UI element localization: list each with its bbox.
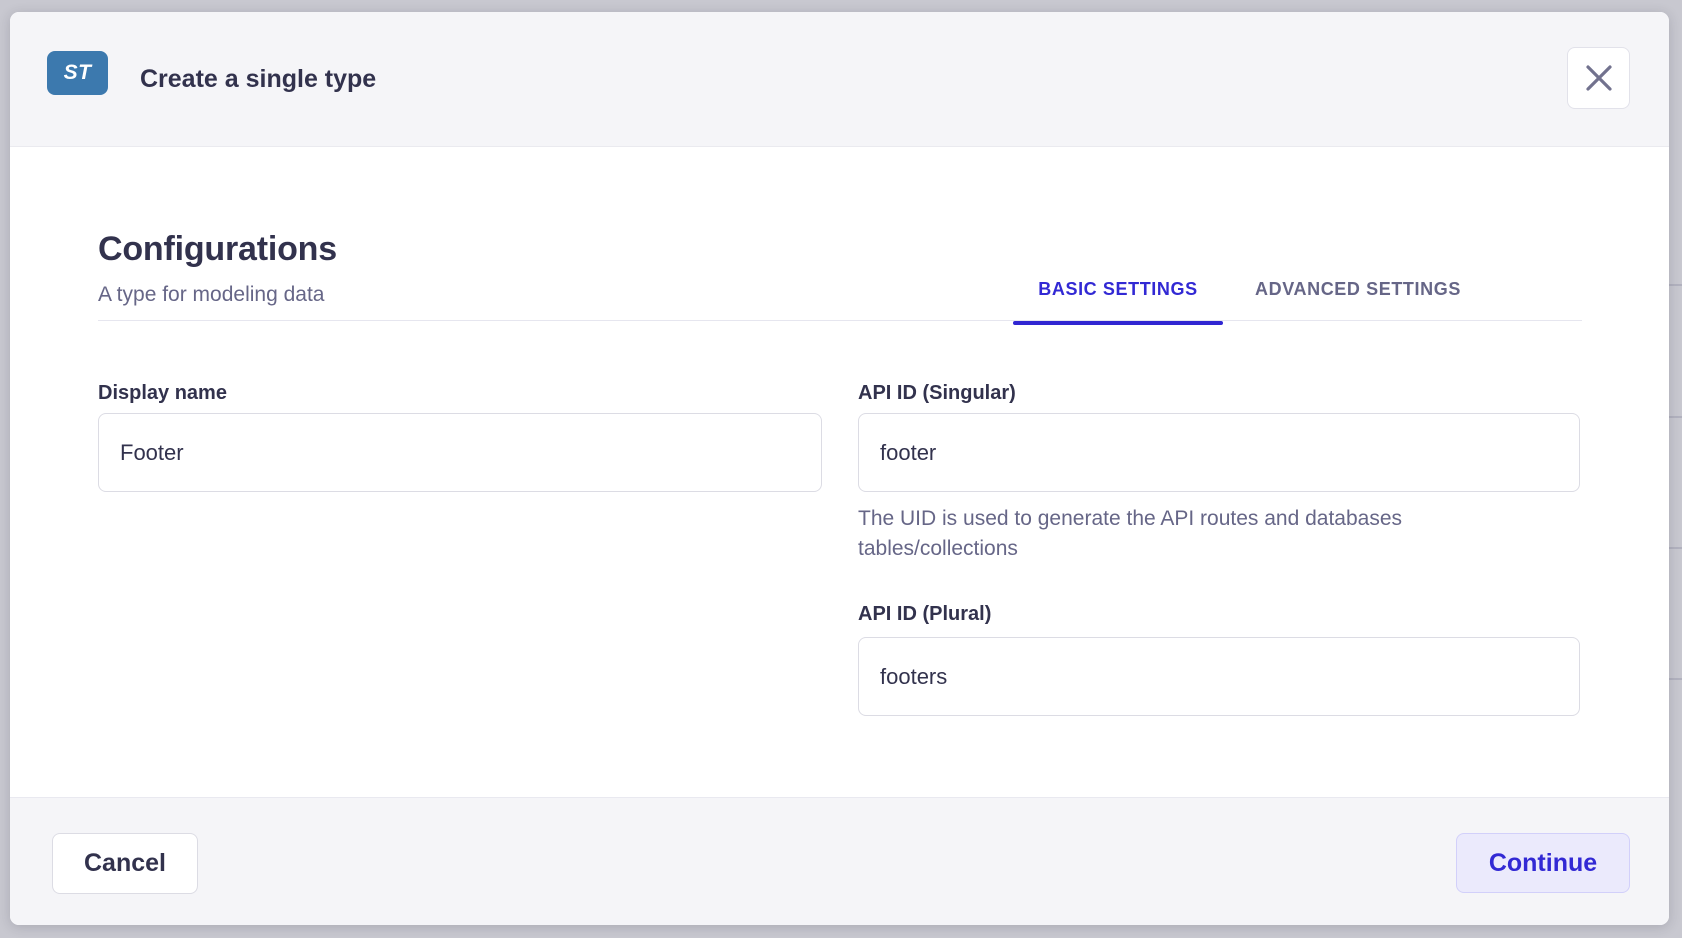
single-type-badge-label: ST — [64, 61, 92, 85]
close-button[interactable] — [1567, 47, 1630, 109]
single-type-badge-icon: ST — [47, 51, 108, 95]
section-subheading: A type for modeling data — [98, 283, 324, 307]
modal-footer: Cancel Continue — [10, 797, 1669, 925]
display-name-label: Display name — [98, 382, 227, 405]
api-id-singular-label: API ID (Singular) — [858, 382, 1016, 405]
tab-advanced-settings[interactable]: ADVANCED SETTINGS — [1233, 257, 1483, 321]
modal-header: ST Create a single type — [10, 12, 1669, 147]
screen-backdrop: ST Create a single type Configurations A… — [0, 0, 1682, 938]
api-id-plural-input[interactable] — [858, 637, 1580, 716]
settings-tabs: BASIC SETTINGS ADVANCED SETTINGS — [1013, 257, 1483, 321]
tab-basic-settings[interactable]: BASIC SETTINGS — [1013, 257, 1223, 321]
modal-title: Create a single type — [140, 12, 376, 147]
tab-basic-settings-label: BASIC SETTINGS — [1038, 279, 1197, 300]
tab-advanced-settings-label: ADVANCED SETTINGS — [1255, 279, 1461, 300]
active-tab-underline — [1013, 321, 1223, 325]
cancel-button[interactable]: Cancel — [52, 833, 198, 894]
continue-button[interactable]: Continue — [1456, 833, 1630, 893]
close-icon — [1585, 64, 1613, 92]
section-heading: Configurations — [98, 230, 337, 269]
create-single-type-modal: ST Create a single type Configurations A… — [10, 12, 1669, 925]
api-id-singular-input[interactable] — [858, 413, 1580, 492]
api-id-singular-hint: The UID is used to generate the API rout… — [858, 504, 1518, 564]
api-id-plural-label: API ID (Plural) — [858, 603, 991, 626]
display-name-input[interactable] — [98, 413, 822, 492]
